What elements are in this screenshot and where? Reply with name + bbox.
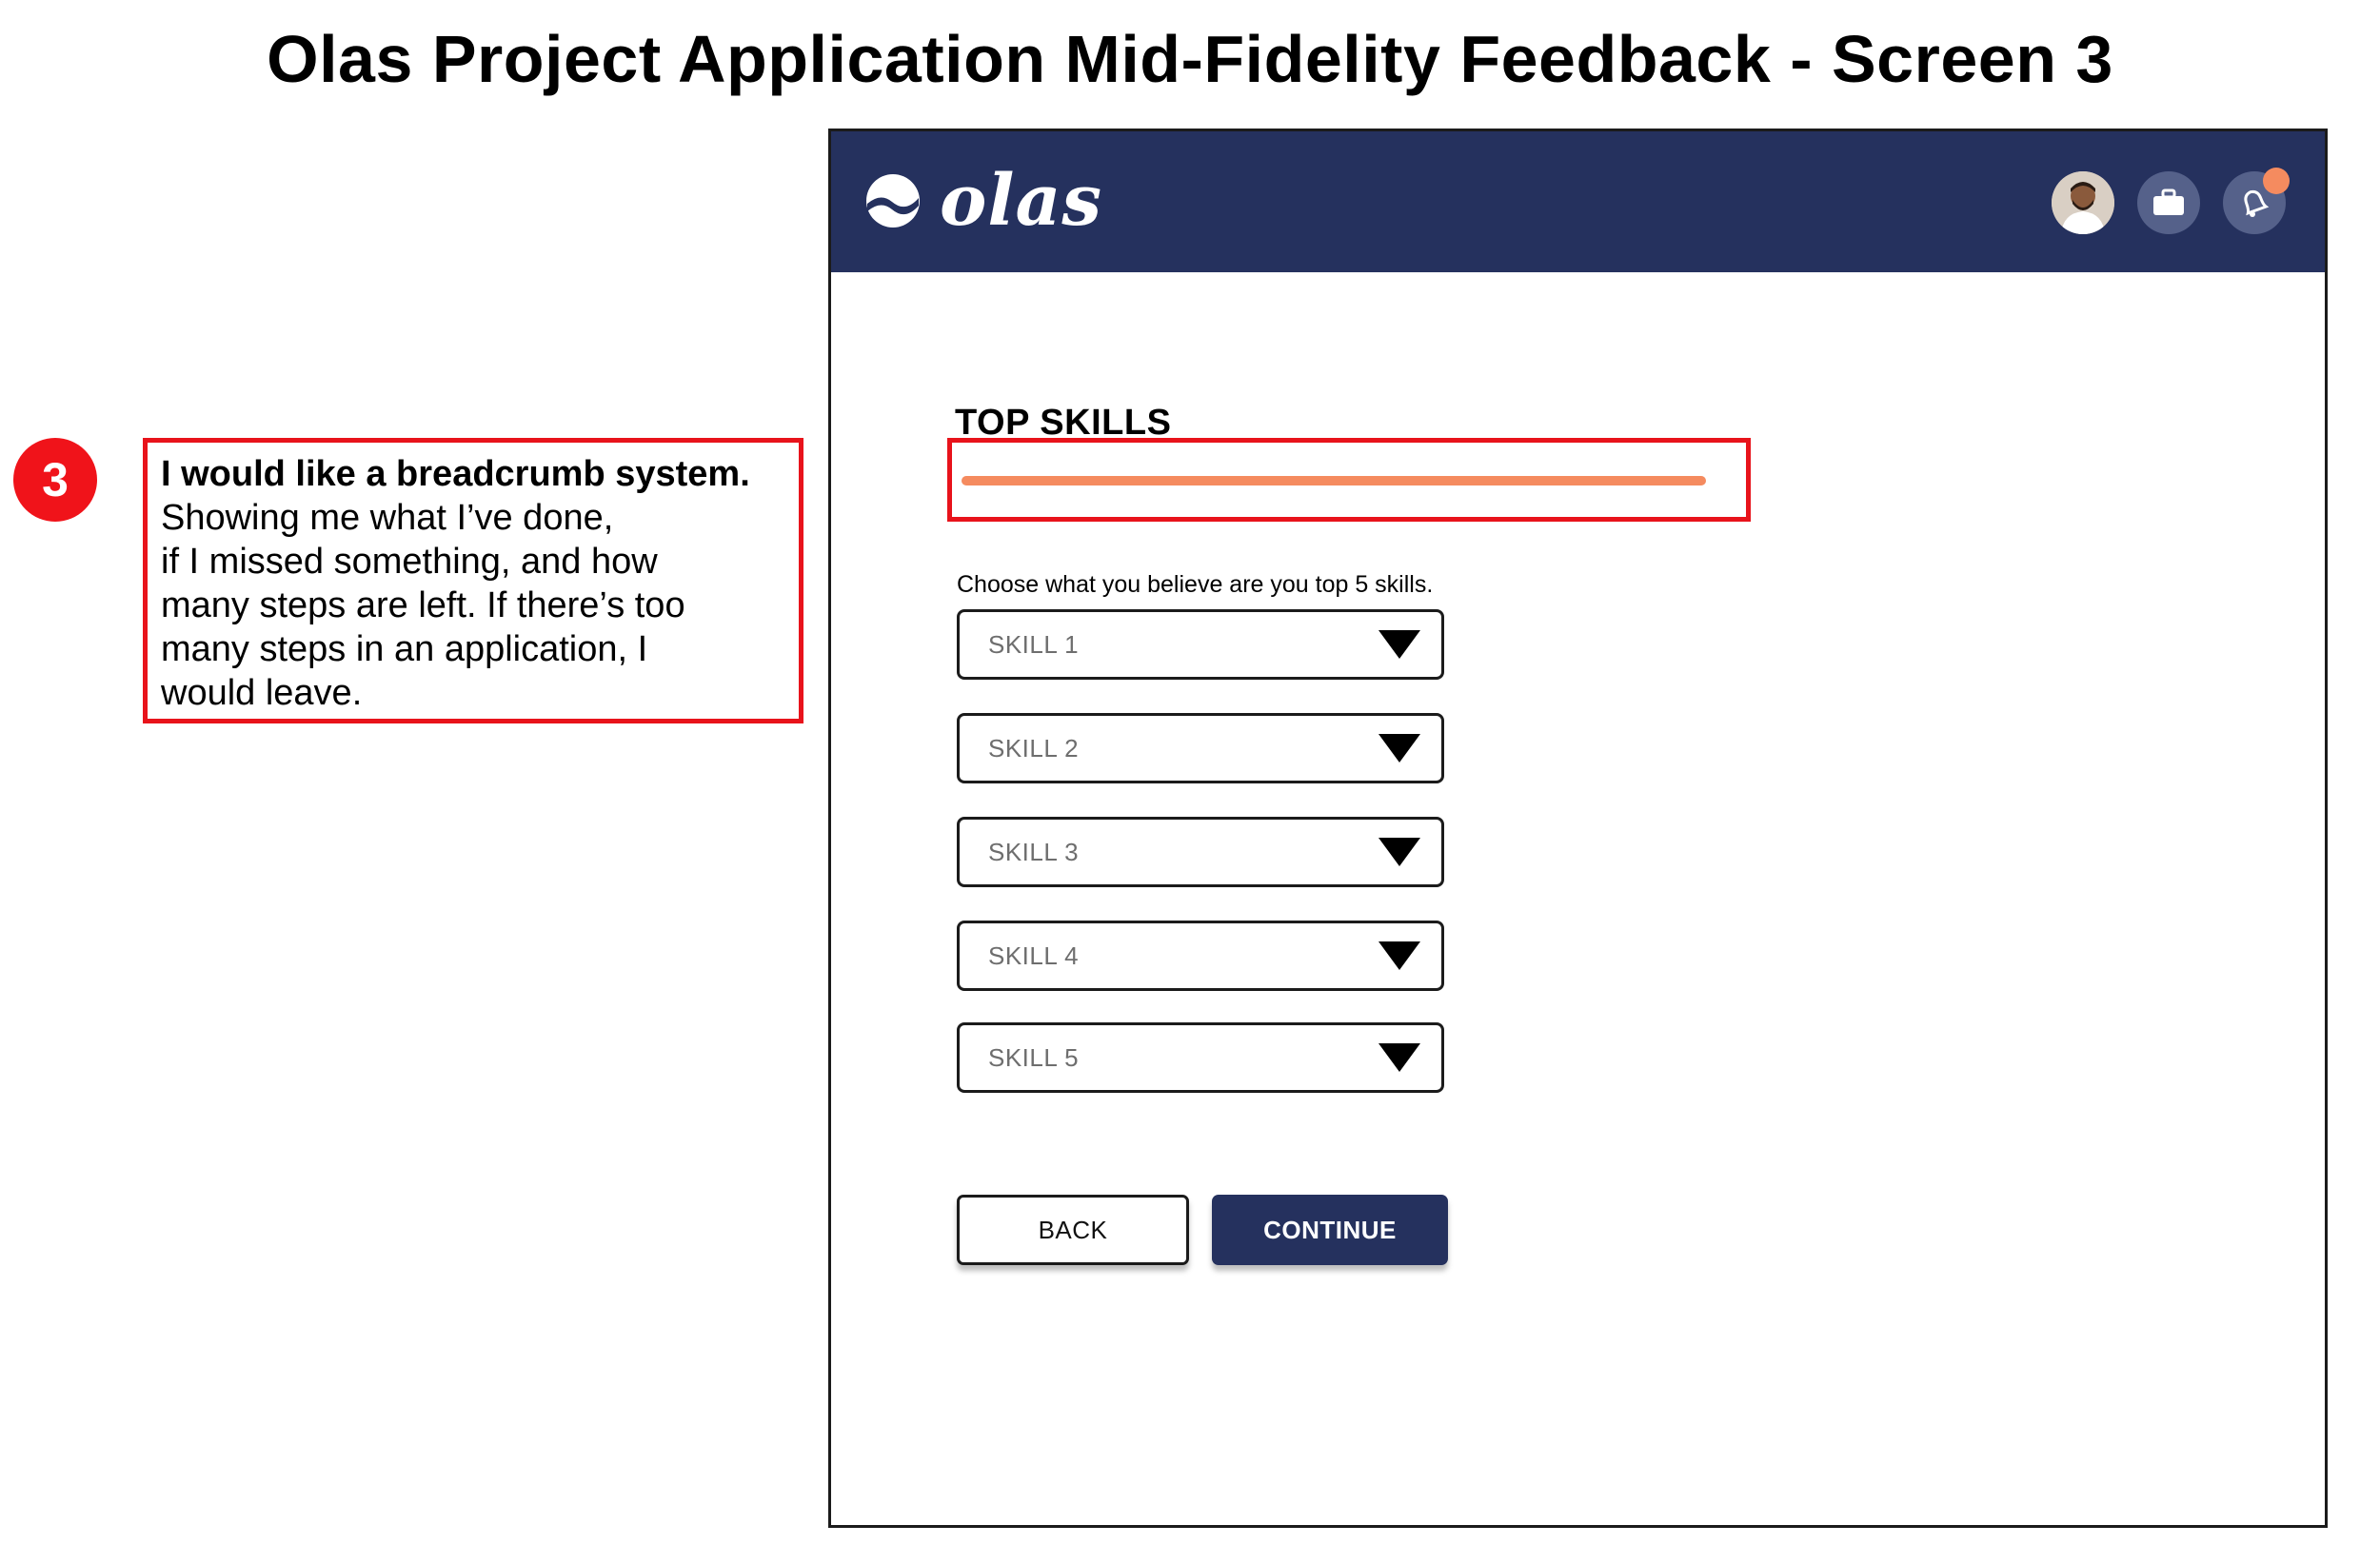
skill-select-label: SKILL 3 xyxy=(988,837,1080,866)
skill-select-3[interactable]: SKILL 3 xyxy=(957,817,1444,887)
feedback-lead: I would like a breadcrumb system. xyxy=(161,454,750,494)
skill-select-1[interactable]: SKILL 1 xyxy=(957,609,1444,680)
olas-logo[interactable]: olas xyxy=(863,160,1102,242)
app-header: olas xyxy=(831,131,2325,272)
notifications-button[interactable] xyxy=(2223,168,2290,234)
avatar[interactable] xyxy=(2052,171,2114,234)
progress-bar xyxy=(962,476,1706,485)
caret-down-icon xyxy=(1378,941,1420,970)
app-window: olas TOP SKILLS Choose what you believe … xyxy=(828,129,2328,1528)
skill-select-label: SKILL 2 xyxy=(988,733,1080,763)
skill-select-label: SKILL 1 xyxy=(988,629,1080,659)
caret-down-icon xyxy=(1378,734,1420,763)
continue-button[interactable]: CONTINUE xyxy=(1212,1195,1448,1265)
progress-annotation-box xyxy=(947,438,1751,522)
user-photo-icon xyxy=(2052,171,2114,234)
back-button[interactable]: BACK xyxy=(957,1195,1189,1265)
caret-down-icon xyxy=(1378,1043,1420,1072)
briefcase-button[interactable] xyxy=(2137,171,2200,234)
briefcase-icon xyxy=(2153,188,2184,215)
skill-select-label: SKILL 4 xyxy=(988,941,1080,970)
feedback-note: I would like a breadcrumb system. Showin… xyxy=(143,438,803,723)
logo-text: olas xyxy=(940,160,1103,242)
notification-dot xyxy=(2263,168,2290,194)
caret-down-icon xyxy=(1378,630,1420,659)
skill-select-2[interactable]: SKILL 2 xyxy=(957,713,1444,783)
wave-logo-icon xyxy=(866,174,920,228)
skill-select-label: SKILL 5 xyxy=(988,1042,1080,1072)
instruction-text: Choose what you believe are you top 5 sk… xyxy=(957,571,1434,598)
skill-select-5[interactable]: SKILL 5 xyxy=(957,1022,1444,1093)
caret-down-icon xyxy=(1378,838,1420,866)
feedback-body: Showing me what I’ve done, if I missed s… xyxy=(161,498,685,713)
skill-select-4[interactable]: SKILL 4 xyxy=(957,921,1444,991)
annotation-badge-left: 3 xyxy=(13,438,97,522)
progress-fill xyxy=(962,476,1706,485)
page-title: Olas Project Application Mid-Fidelity Fe… xyxy=(267,22,2113,96)
